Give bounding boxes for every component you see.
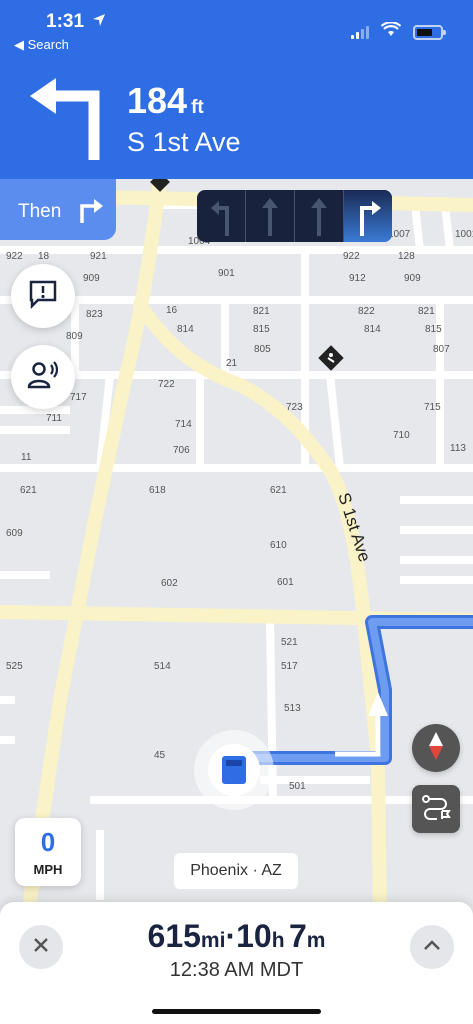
address-label: 610 <box>270 540 287 551</box>
address-label: 521 <box>281 637 298 648</box>
address-label: 809 <box>66 331 83 342</box>
address-label: 822 <box>358 306 375 317</box>
report-message-icon <box>28 279 58 314</box>
address-label: 16 <box>166 305 178 316</box>
compass-button[interactable] <box>412 724 460 772</box>
wifi-icon <box>380 21 402 42</box>
address-label: 909 <box>404 273 421 284</box>
address-label: 815 <box>253 324 270 335</box>
home-indicator <box>152 1009 321 1014</box>
address-label: 715 <box>424 402 441 413</box>
status-time: 1:31 <box>46 11 85 32</box>
maneuver-distance: 184 ft <box>127 80 204 121</box>
status-icons <box>351 21 446 42</box>
address-label: 922 <box>6 251 23 262</box>
address-label: 722 <box>158 379 175 390</box>
lane-straight-icon <box>295 190 344 242</box>
address-label: 807 <box>433 344 450 355</box>
turn-left-icon <box>28 76 104 167</box>
back-to-search-link[interactable]: ◀ Search <box>14 37 69 53</box>
address-label: 11 <box>21 452 32 463</box>
speedometer: 0 MPH <box>15 818 81 886</box>
address-label: 128 <box>398 251 415 262</box>
address-label: 621 <box>270 485 287 496</box>
address-label: 706 <box>173 445 190 456</box>
maneuver-street: S 1st Ave <box>127 127 241 157</box>
address-label: 821 <box>253 306 270 317</box>
address-label: 815 <box>425 324 442 335</box>
voice-person-icon <box>27 360 59 395</box>
address-label: 823 <box>86 309 103 320</box>
lane-left-icon <box>197 190 246 242</box>
address-label: 517 <box>281 661 298 672</box>
report-button[interactable] <box>11 264 75 328</box>
route-flag-icon <box>421 794 451 825</box>
address-label: 514 <box>154 661 171 672</box>
address-label: 912 <box>349 273 366 284</box>
address-label: 618 <box>149 485 166 496</box>
city-label: Phoenix · AZ <box>174 853 298 889</box>
address-label: 814 <box>177 324 194 335</box>
address-label: 602 <box>161 578 178 589</box>
address-label: 601 <box>277 577 294 588</box>
lane-straight-icon <box>246 190 295 242</box>
battery-icon <box>413 24 446 40</box>
address-label: 805 <box>254 344 271 355</box>
address-label: 723 <box>286 402 303 413</box>
address-label: 814 <box>364 324 381 335</box>
voice-guidance-button[interactable] <box>11 345 75 409</box>
route-overview-button[interactable] <box>412 785 460 833</box>
address-label: 922 <box>343 251 360 262</box>
address-label: 710 <box>393 430 410 441</box>
address-label: 714 <box>175 419 192 430</box>
address-label: 821 <box>418 306 435 317</box>
cellular-signal-icon <box>351 25 369 39</box>
lane-guidance <box>197 190 392 242</box>
compass-icon <box>425 731 447 766</box>
address-label: 501 <box>289 781 306 792</box>
address-label: 18 <box>38 251 50 262</box>
address-label: 901 <box>218 268 235 279</box>
address-label: 909 <box>83 273 100 284</box>
address-label: 621 <box>20 485 37 496</box>
address-label: 513 <box>284 703 301 714</box>
address-label: 21 <box>226 358 238 369</box>
address-label: 609 <box>6 528 23 539</box>
then-banner: Then <box>0 179 116 240</box>
then-label: Then <box>18 201 62 222</box>
speed-unit: MPH <box>33 862 63 877</box>
address-label: 113 <box>450 443 466 454</box>
trip-remaining: 615mi·10h 7m <box>147 918 326 954</box>
address-label: 1001 <box>455 229 473 240</box>
turn-right-icon <box>78 197 104 228</box>
speed-value: 0 <box>40 827 56 857</box>
address-label: 921 <box>90 251 107 262</box>
navigation-header: 1:31 ◀ Search 184 ft S 1st Ave <box>0 0 473 179</box>
location-arrow-icon <box>92 13 106 32</box>
address-label: 45 <box>154 750 166 761</box>
chevron-up-icon <box>423 938 441 956</box>
address-label: 711 <box>46 413 62 424</box>
lane-right-icon <box>344 190 392 242</box>
arrival-time: 12:38 AM MDT <box>169 959 304 981</box>
address-label: 717 <box>70 392 87 403</box>
address-label: 525 <box>6 661 23 672</box>
trip-summary-panel[interactable]: 615mi·10h 7m 12:38 AM MDT <box>0 902 473 1024</box>
expand-panel-button[interactable] <box>410 925 454 969</box>
vehicle-marker <box>194 730 274 810</box>
